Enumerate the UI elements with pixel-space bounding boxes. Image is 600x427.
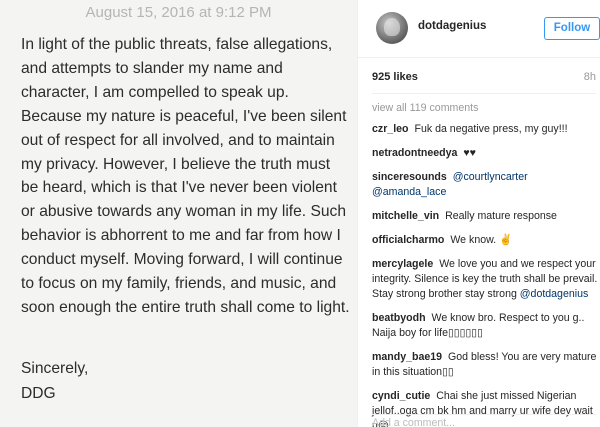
comment-username[interactable]: beatbyodh xyxy=(372,312,426,324)
note-date: August 15, 2016 at 9:12 PM xyxy=(85,4,272,21)
mention-link[interactable]: @dotdagenius xyxy=(520,288,588,300)
note-paragraph: In light of the public threats, false al… xyxy=(21,36,350,316)
add-comment-input[interactable]: Add a comment... xyxy=(372,414,596,427)
comment: mitchelle_vin Really mature response xyxy=(372,209,598,224)
comment-username[interactable]: cyndi_cutie xyxy=(372,390,430,402)
follow-button[interactable]: Follow xyxy=(544,17,600,40)
comment-username[interactable]: netradontneedya xyxy=(372,147,457,159)
comment: netradontneedya ♥♥ xyxy=(372,146,598,161)
post-sidebar: dotdagenius Follow 925 likes 8h view all… xyxy=(357,0,600,427)
comment-text: Really mature response xyxy=(445,210,557,222)
avatar[interactable] xyxy=(376,12,408,44)
comment: mandy_bae19 God bless! You are very matu… xyxy=(372,350,598,380)
comment: czr_leo Fuk da negative press, my guy!!! xyxy=(372,122,598,137)
note-closing: Sincerely, xyxy=(21,360,89,377)
likes-count[interactable]: 925 likes xyxy=(372,71,418,83)
comment-username[interactable]: mitchelle_vin xyxy=(372,210,439,222)
comment: sinceresounds @courtlyncarter @amanda_la… xyxy=(372,170,598,200)
note-signoff: Sincerely, DDG xyxy=(21,356,88,406)
note-signature: DDG xyxy=(21,385,56,402)
username[interactable]: dotdagenius xyxy=(418,20,486,32)
comment-username[interactable]: czr_leo xyxy=(372,123,409,135)
likes-row: 925 likes 8h xyxy=(372,71,596,83)
comment-text: Fuk da negative press, my guy!!! xyxy=(414,123,568,135)
comment-text: ♥♥ xyxy=(463,147,476,159)
view-all-comments-link[interactable]: view all 119 comments xyxy=(372,101,598,116)
comment-username[interactable]: mercylagele xyxy=(372,258,433,270)
post-time: 8h xyxy=(583,71,596,83)
comment: mercylagele We love you and we respect y… xyxy=(372,257,598,302)
divider xyxy=(372,93,596,94)
comment: beatbyodh We know bro. Respect to you g.… xyxy=(372,311,598,341)
comment-username[interactable]: officialcharmo xyxy=(372,234,444,246)
note-screenshot: August 15, 2016 at 9:12 PM In light of t… xyxy=(0,0,357,427)
comment-username[interactable]: mandy_bae19 xyxy=(372,351,442,363)
comment-username[interactable]: sinceresounds xyxy=(372,171,447,183)
comment-text: We know. ✌ xyxy=(450,234,513,246)
post-header: dotdagenius Follow xyxy=(358,0,600,58)
comments-list: view all 119 comments czr_leo Fuk da neg… xyxy=(372,101,598,427)
note-body: In light of the public threats, false al… xyxy=(21,33,351,320)
comment: officialcharmo We know. ✌ xyxy=(372,233,598,248)
